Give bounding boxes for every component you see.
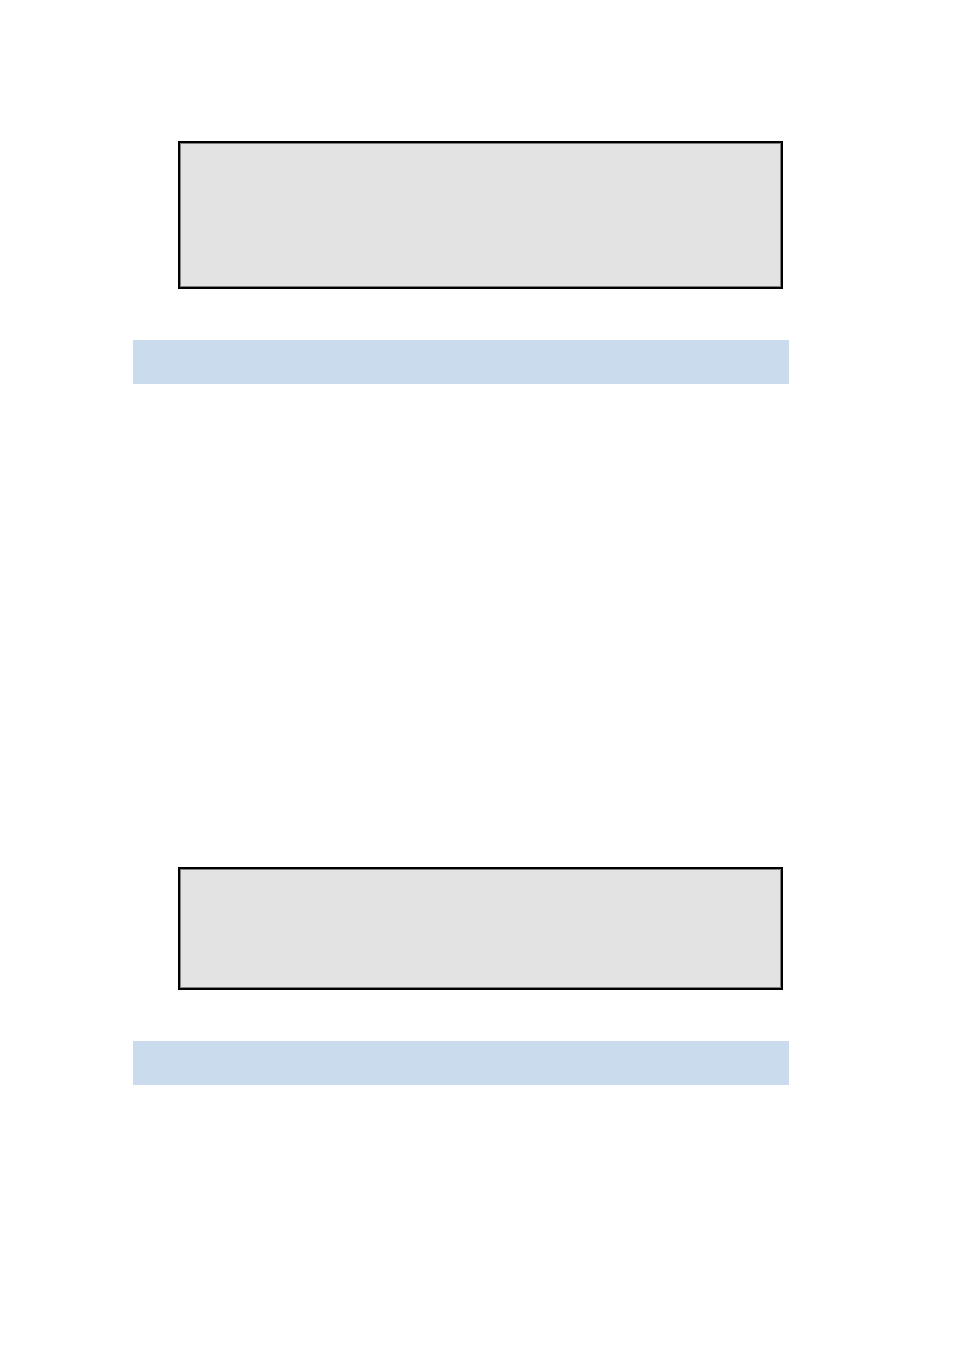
document-page — [0, 0, 954, 1350]
framed-panel-1 — [178, 141, 783, 289]
highlight-bar-2 — [133, 1041, 789, 1085]
highlight-bar-1 — [133, 340, 789, 384]
framed-panel-2 — [178, 867, 783, 990]
